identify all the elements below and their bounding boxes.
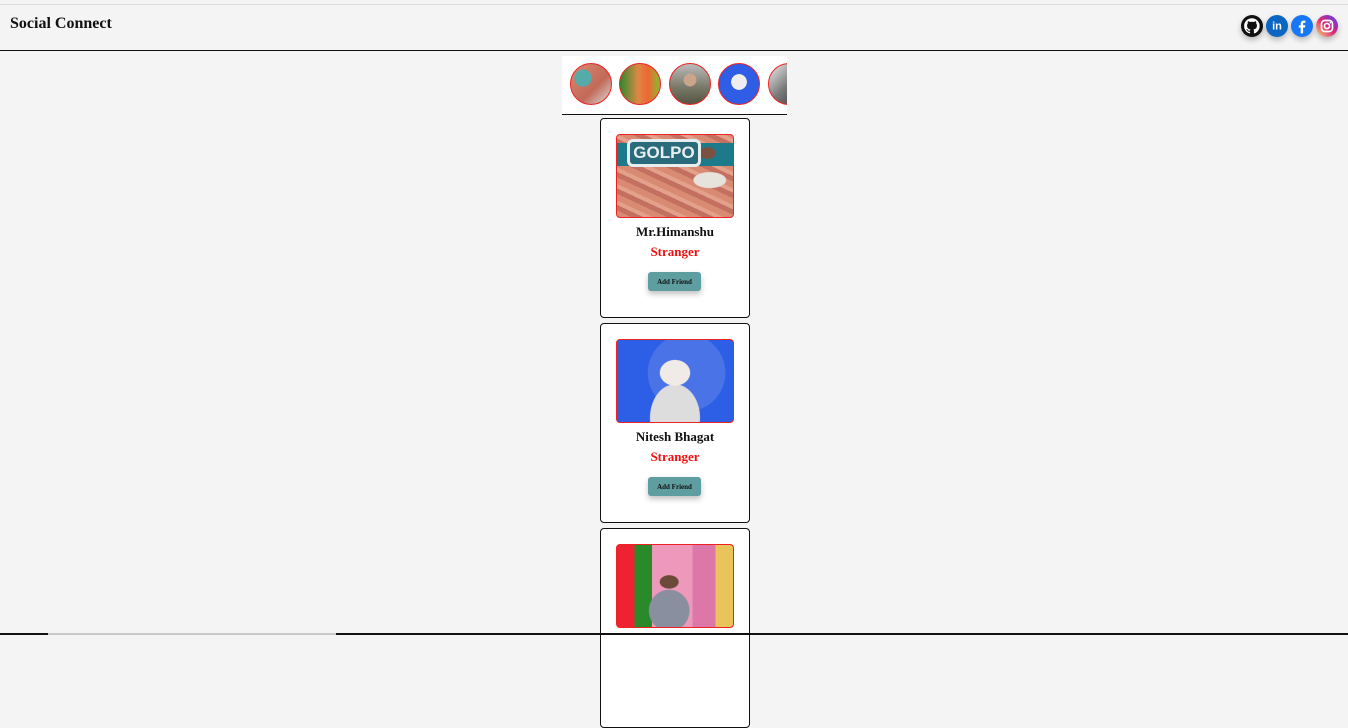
relationship-status: Stranger bbox=[650, 244, 700, 259]
linkedin-icon[interactable]: in bbox=[1266, 15, 1288, 37]
user-name: Nitesh Bhagat bbox=[635, 429, 715, 444]
user-card: Nitesh Bhagat Stranger Add Friend bbox=[600, 323, 750, 523]
stories-bar[interactable] bbox=[562, 56, 787, 115]
add-friend-button[interactable]: Add Friend bbox=[648, 272, 701, 291]
user-photo bbox=[616, 544, 734, 628]
story-avatar[interactable] bbox=[669, 63, 711, 105]
user-card: GOLPO Mr.Himanshu Stranger Add Friend bbox=[600, 118, 750, 318]
facebook-icon[interactable] bbox=[1291, 15, 1313, 37]
instagram-icon[interactable] bbox=[1316, 15, 1338, 37]
navbar: Social Connect in bbox=[0, 5, 1348, 51]
add-friend-button[interactable]: Add Friend bbox=[648, 477, 701, 496]
photo-sign-graphic: GOLPO bbox=[627, 139, 701, 167]
user-photo bbox=[616, 339, 734, 423]
relationship-status: Stranger bbox=[650, 449, 700, 464]
story-avatar[interactable] bbox=[619, 63, 661, 105]
story-avatar[interactable] bbox=[768, 63, 787, 105]
brand-title[interactable]: Social Connect bbox=[10, 15, 112, 33]
user-card bbox=[600, 528, 750, 728]
user-name: Mr.Himanshu bbox=[636, 224, 714, 239]
story-avatar[interactable] bbox=[718, 63, 760, 105]
github-icon[interactable] bbox=[1241, 15, 1263, 37]
svg-text:in: in bbox=[1272, 21, 1282, 33]
social-links: in bbox=[1241, 15, 1338, 37]
user-photo: GOLPO bbox=[616, 134, 734, 218]
story-avatar[interactable] bbox=[570, 63, 612, 105]
